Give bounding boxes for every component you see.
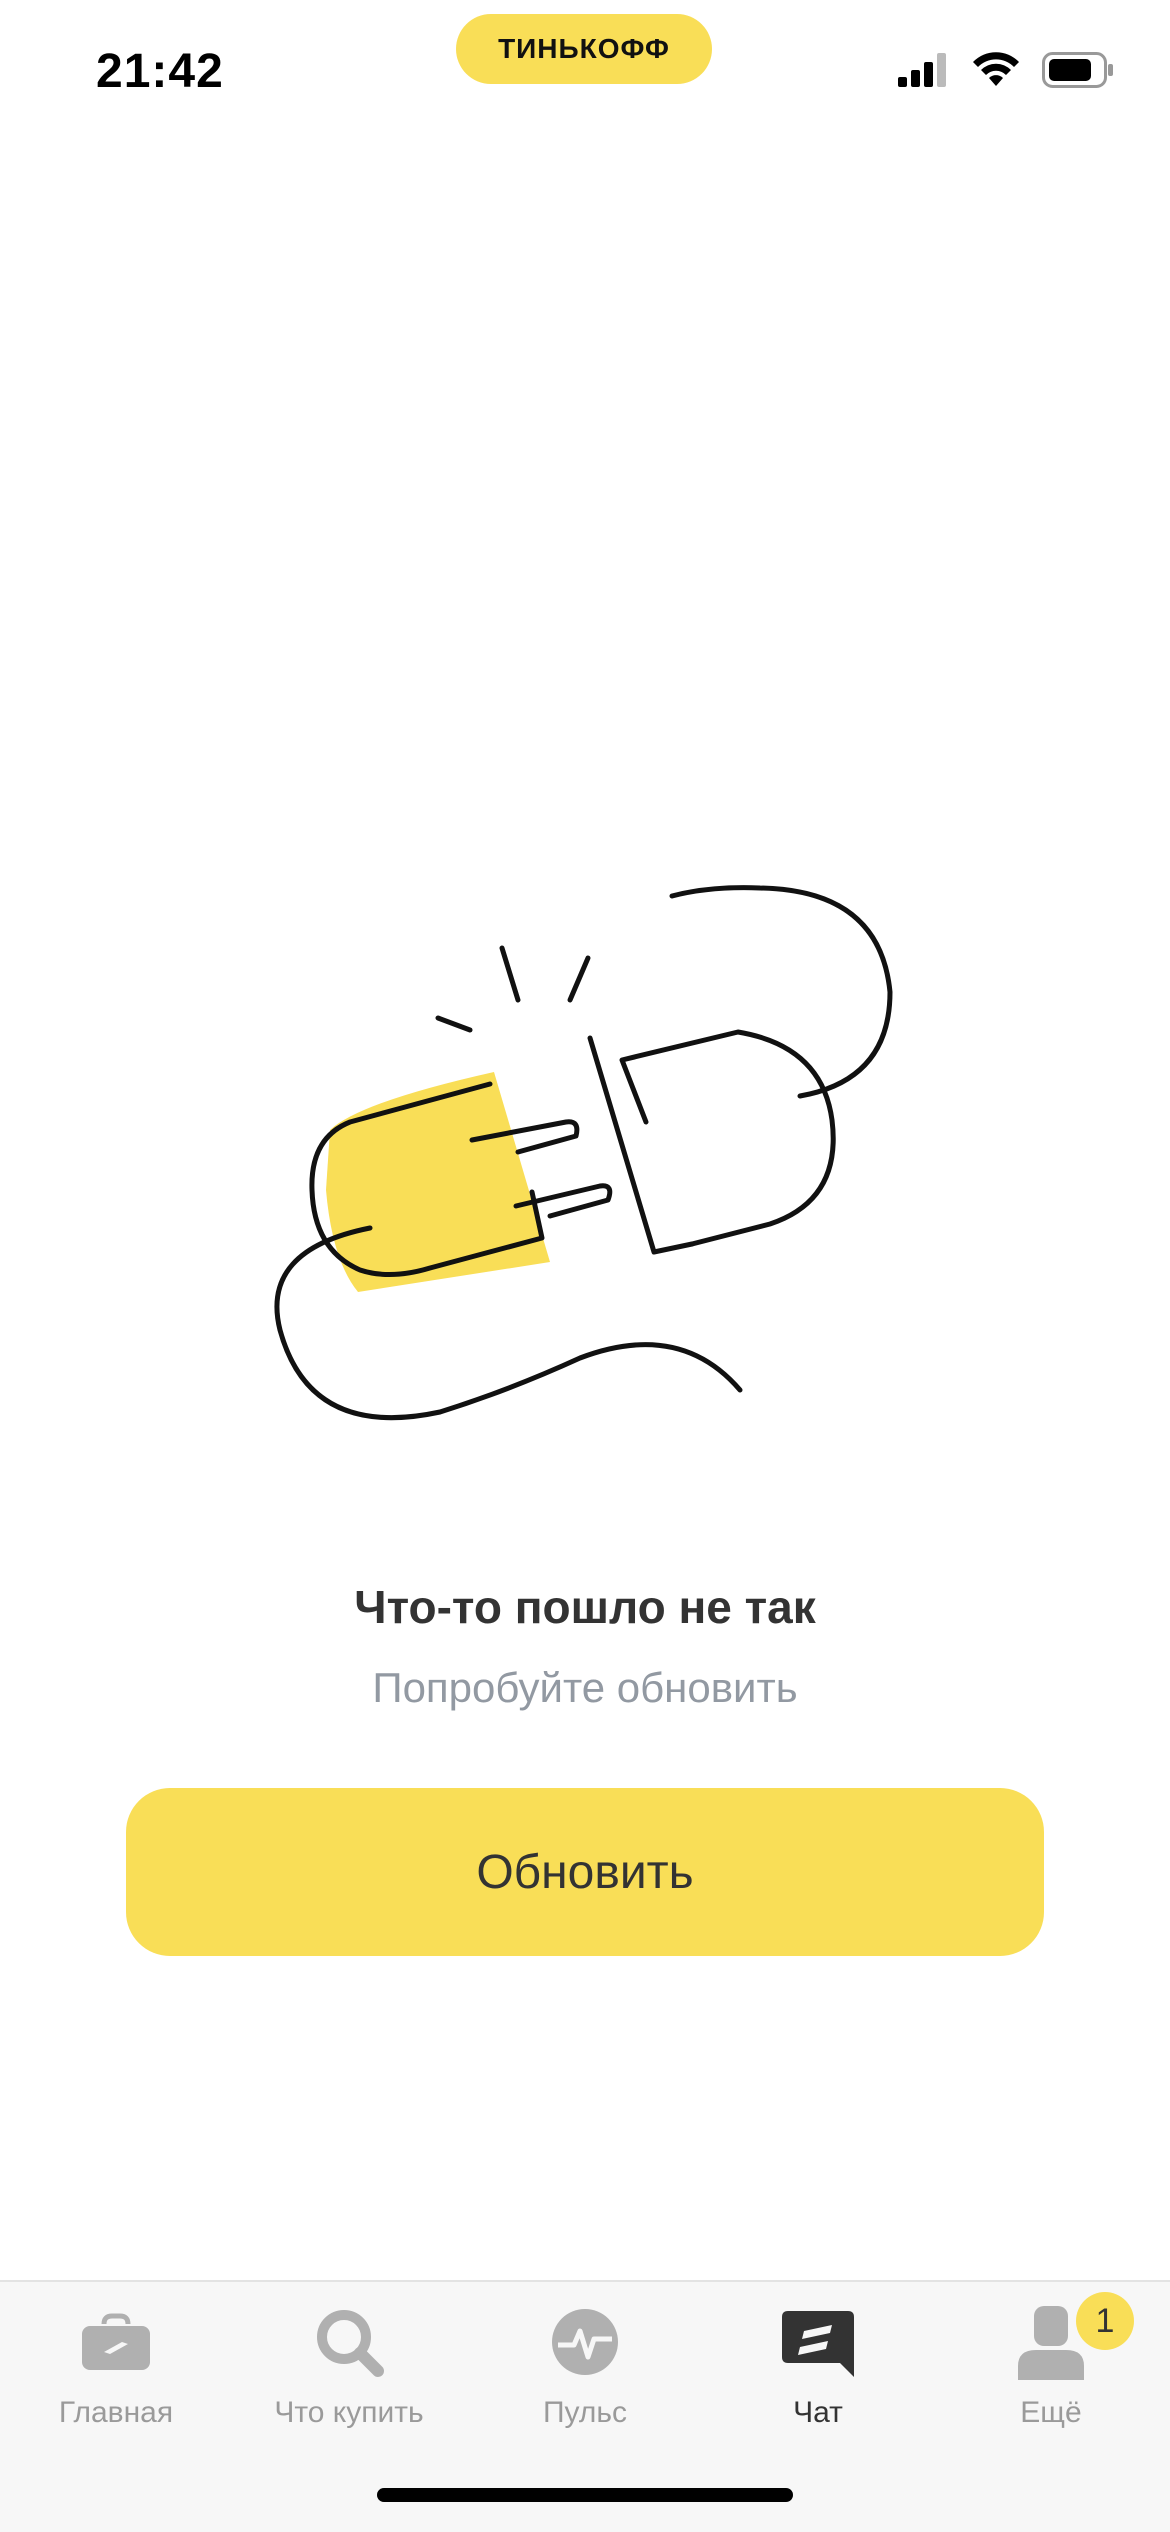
brand-logo[interactable]: ТИНЬКОФФ [456, 14, 712, 84]
clock: 21:42 [96, 45, 224, 98]
tab-label: Пульс [542, 2396, 628, 2429]
search-icon [309, 2302, 389, 2382]
tab-label: Чат [793, 2396, 843, 2429]
status-icons [898, 52, 1114, 88]
wifi-icon [973, 52, 1019, 86]
chat-icon [778, 2302, 858, 2382]
tab-label: Ещё [1020, 2396, 1082, 2429]
status-bar: 21:42 ТИНЬКОФФ [0, 0, 1170, 140]
tab-what-to-buy[interactable]: Что купить [249, 2302, 449, 2452]
error-title: Что-то пошло не так [354, 1581, 816, 1633]
tab-label: Что купить [274, 2396, 424, 2429]
refresh-button[interactable]: Обновить [126, 1788, 1044, 1956]
tab-label: Главная [58, 2396, 174, 2429]
notification-badge: 1 [1076, 2292, 1134, 2350]
battery-icon [1042, 52, 1113, 88]
pulse-icon [545, 2302, 625, 2382]
briefcase-icon [76, 2302, 156, 2382]
home-indicator[interactable] [377, 2488, 793, 2502]
tab-chat[interactable]: Чат [718, 2302, 918, 2452]
tab-pulse[interactable]: Пульс [485, 2302, 685, 2452]
unplugged-plug-illustration [274, 885, 893, 1421]
tab-home[interactable]: Главная [16, 2302, 216, 2452]
error-subtitle: Попробуйте обновить [372, 1664, 798, 1711]
signal-icon [898, 53, 946, 87]
